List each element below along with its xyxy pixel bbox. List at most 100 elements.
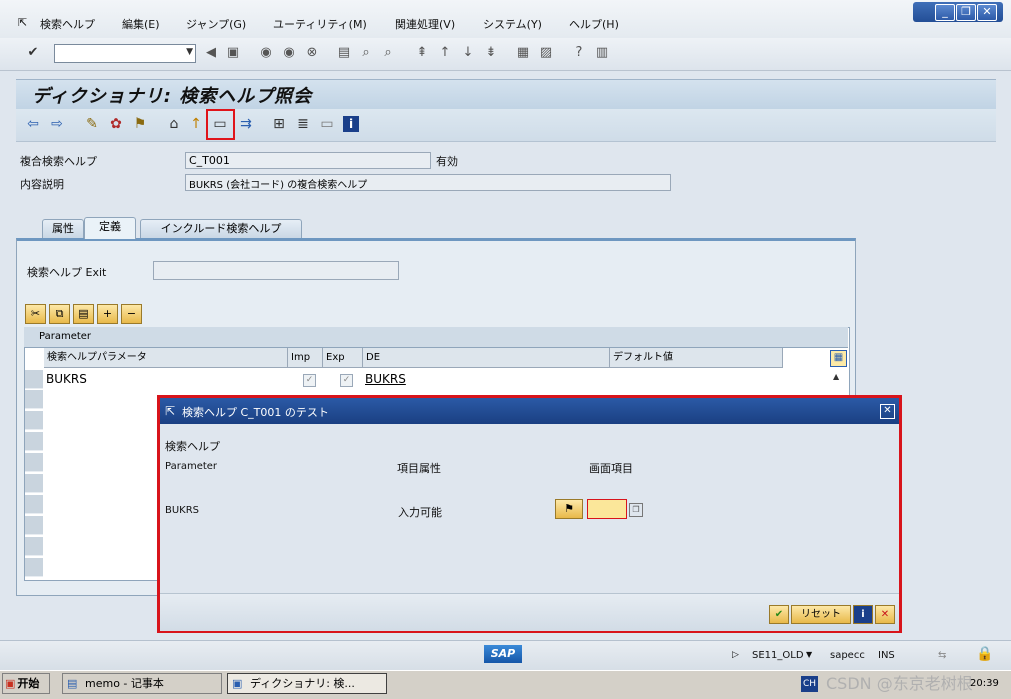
row-selector[interactable] bbox=[25, 474, 43, 493]
sap-logo: SAP bbox=[484, 645, 522, 663]
column-settings-icon[interactable]: ▦ bbox=[830, 350, 847, 367]
row-selector[interactable] bbox=[25, 370, 43, 389]
last-page-icon[interactable]: ⇟ bbox=[483, 45, 499, 61]
row-selector[interactable] bbox=[25, 516, 43, 535]
find-icon[interactable]: ⌕ bbox=[358, 45, 374, 61]
forward-arrow-icon[interactable]: ⇨ bbox=[49, 116, 65, 132]
lock-icon[interactable]: 🔒 bbox=[976, 646, 993, 662]
task-notepad-label: memo - 记事本 bbox=[85, 677, 164, 690]
dialog-col-attr: 項目属性 bbox=[397, 462, 441, 475]
menu-help[interactable]: ヘルプ(H) bbox=[569, 16, 619, 32]
first-page-icon[interactable]: ⇞ bbox=[414, 45, 430, 61]
menu-related[interactable]: 関連処理(V) bbox=[395, 16, 455, 32]
row-selector[interactable] bbox=[25, 495, 43, 514]
save-icon[interactable]: ▣ bbox=[225, 45, 241, 61]
reset-button[interactable]: リセット bbox=[791, 605, 851, 624]
tab-attributes[interactable]: 属性 bbox=[42, 219, 84, 239]
tree-icon[interactable]: ⊞ bbox=[271, 116, 287, 132]
where-used-icon[interactable]: ⌂ bbox=[166, 116, 182, 132]
copy-icon[interactable]: ⧉ bbox=[49, 304, 70, 324]
row-selector[interactable] bbox=[25, 558, 43, 577]
task-notepad[interactable]: ▤ memo - 记事本 bbox=[62, 673, 222, 694]
close-window-button[interactable]: ✕ bbox=[977, 4, 997, 21]
info-button[interactable]: i bbox=[853, 605, 873, 624]
status-expand-icon[interactable]: ▷ bbox=[732, 650, 739, 660]
exit-field[interactable] bbox=[153, 261, 399, 280]
dialog-col-screen: 画面項目 bbox=[589, 462, 633, 475]
shortcut-icon[interactable]: ▨ bbox=[538, 45, 554, 61]
language-indicator[interactable]: CH bbox=[801, 676, 818, 692]
back-triangle-icon[interactable]: ◀ bbox=[203, 45, 219, 61]
row-selector[interactable] bbox=[25, 453, 43, 472]
exit-icon[interactable]: ◉ bbox=[281, 45, 297, 61]
prev-page-icon[interactable]: ↑ bbox=[437, 45, 453, 61]
col-header-default[interactable]: デフォルト値 bbox=[610, 348, 783, 368]
menu-search-help[interactable]: 検索ヘルプ bbox=[40, 16, 95, 32]
param-cell[interactable]: BUKRS bbox=[46, 372, 87, 386]
enter-icon[interactable]: ✔ bbox=[25, 45, 41, 61]
find-next-icon[interactable]: ⌕ bbox=[380, 45, 396, 61]
delete-row-icon[interactable]: − bbox=[121, 304, 142, 324]
col-header-exp[interactable]: Exp bbox=[323, 348, 363, 368]
menu-icon[interactable]: ⇱ bbox=[18, 16, 27, 29]
chevron-down-icon[interactable]: ▼ bbox=[806, 650, 812, 659]
sap-window-icon: ▣ bbox=[232, 677, 243, 690]
table-icon[interactable]: ▭ bbox=[319, 116, 335, 132]
f4-help-icon[interactable]: ❐ bbox=[629, 503, 643, 517]
col-header-param[interactable]: 検索ヘルプパラメータ bbox=[44, 348, 288, 368]
help-icon[interactable]: ? bbox=[571, 45, 587, 61]
menu-utilities[interactable]: ユーティリティ(M) bbox=[273, 16, 367, 32]
back-icon[interactable]: ◉ bbox=[258, 45, 274, 61]
row-selector[interactable] bbox=[25, 537, 43, 556]
command-field[interactable]: ▼ bbox=[54, 44, 196, 63]
menu-system[interactable]: システム(Y) bbox=[483, 16, 542, 32]
menu-edit[interactable]: 編集(E) bbox=[122, 16, 160, 32]
start-button[interactable]: ▣ 开始 bbox=[2, 673, 50, 694]
info-icon[interactable]: i bbox=[343, 116, 359, 132]
row-selector[interactable] bbox=[25, 411, 43, 430]
table-title-bar: Parameter bbox=[24, 327, 848, 348]
tab-include-search-help[interactable]: インクルード検索ヘルプ bbox=[140, 219, 302, 239]
col-header-de[interactable]: DE bbox=[363, 348, 610, 368]
edit-pencil-icon[interactable]: ✎ bbox=[84, 116, 100, 132]
print-icon[interactable]: ▤ bbox=[336, 45, 352, 61]
row-selector[interactable] bbox=[25, 390, 43, 409]
paste-icon[interactable]: ▤ bbox=[73, 304, 94, 324]
exit-label: 検索ヘルプ Exit bbox=[27, 266, 107, 279]
screen-field-input[interactable] bbox=[587, 499, 627, 519]
minimize-button[interactable]: _ bbox=[935, 4, 955, 21]
windows-flag-icon: ▣ bbox=[5, 677, 16, 690]
reset-label: リセット bbox=[801, 609, 841, 620]
close-icon[interactable]: ✕ bbox=[880, 404, 895, 419]
activate-icon[interactable]: ⚑ bbox=[132, 116, 148, 132]
cancel-button[interactable]: ✕ bbox=[875, 605, 895, 624]
scroll-up-icon[interactable]: ▲ bbox=[833, 372, 839, 381]
tab-definition[interactable]: 定義 bbox=[84, 217, 136, 239]
check-icon[interactable]: ✿ bbox=[108, 116, 124, 132]
row-selector[interactable] bbox=[25, 432, 43, 451]
status-action-icon[interactable]: ⇆ bbox=[938, 650, 946, 661]
dialog-title-bar: ⇱ 検索ヘルプ C_T001 のテスト ✕ bbox=[160, 398, 899, 424]
hierarchy-icon[interactable]: ⇉ bbox=[238, 116, 254, 132]
new-session-icon[interactable]: ▦ bbox=[515, 45, 531, 61]
task-sap[interactable]: ▣ ディクショナリ: 検... bbox=[227, 673, 387, 694]
de-link[interactable]: BUKRS bbox=[365, 372, 406, 386]
menu-jump[interactable]: ジャンプ(G) bbox=[186, 16, 246, 32]
confirm-button[interactable]: ✔ bbox=[769, 605, 789, 624]
stack-icon[interactable]: ≣ bbox=[295, 116, 311, 132]
restore-button[interactable]: ❐ bbox=[956, 4, 976, 21]
description-field: BUKRS (会社コード) の複合検索ヘルプ bbox=[185, 174, 671, 191]
chevron-down-icon[interactable]: ▼ bbox=[186, 47, 193, 57]
display-object-list-icon[interactable]: ↑ bbox=[188, 116, 204, 132]
next-page-icon[interactable]: ↓ bbox=[460, 45, 476, 61]
layout-icon[interactable]: ▥ bbox=[594, 45, 610, 61]
back-arrow-icon[interactable]: ⇦ bbox=[25, 116, 41, 132]
col-header-imp[interactable]: Imp bbox=[288, 348, 323, 368]
value-help-icon[interactable]: ⚑ bbox=[555, 499, 583, 519]
search-help-label: 複合検索ヘルプ bbox=[20, 155, 97, 168]
task-sap-label: ディクショナリ: 検... bbox=[250, 677, 355, 690]
cut-icon[interactable]: ✂ bbox=[25, 304, 46, 324]
page-title: ディクショナリ: 検索ヘルプ照会 bbox=[32, 86, 313, 107]
cancel-icon[interactable]: ⊗ bbox=[304, 45, 320, 61]
insert-row-icon[interactable]: + bbox=[97, 304, 118, 324]
